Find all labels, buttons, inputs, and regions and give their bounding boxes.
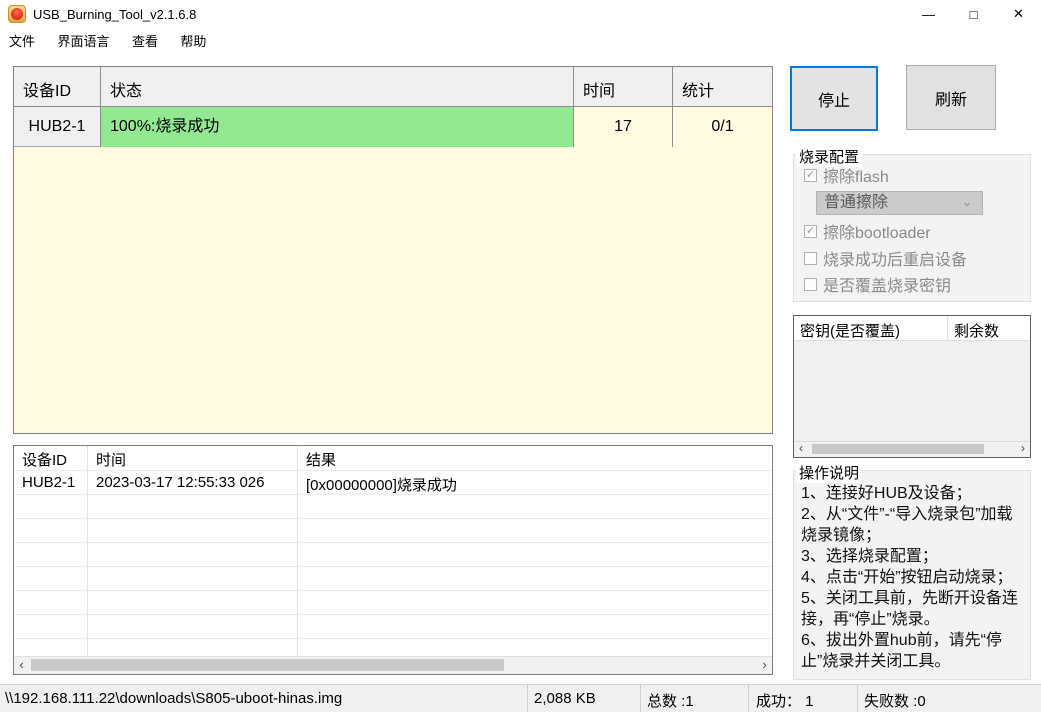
burn-config-group: ✓ 擦除flash 普通擦除 ⌄ ✓ 擦除bootloader 烧录成功后重启设… bbox=[793, 154, 1031, 302]
instruction-line: 1、连接好HUB及设备； bbox=[801, 485, 972, 502]
log-table: 设备ID 时间 结果 HUB2-1 2023-03-17 12:55:33 02… bbox=[13, 445, 773, 675]
minimize-button[interactable]: — bbox=[906, 0, 951, 28]
log-header-device-id[interactable]: 设备ID bbox=[14, 446, 88, 470]
log-empty-row bbox=[14, 591, 772, 615]
reboot-after-success-option[interactable]: 烧录成功后重启设备 bbox=[804, 250, 967, 269]
device-table-header-time[interactable]: 时间 bbox=[574, 67, 673, 106]
burn-config-title: 烧录配置 bbox=[796, 146, 863, 167]
scroll-left-icon[interactable]: ‹ bbox=[14, 658, 29, 673]
reboot-after-success-label: 烧录成功后重启设备 bbox=[823, 252, 968, 269]
erase-flash-checkbox[interactable]: ✓ bbox=[804, 168, 817, 182]
window-controls: — □ ✕ bbox=[906, 0, 1041, 28]
device-table: 设备ID 状态 时间 统计 HUB2-1 100%:烧录成功 17 0/1 bbox=[13, 66, 773, 434]
success-count: 成功： 1 bbox=[756, 693, 814, 710]
erase-bootloader-label: 擦除bootloader bbox=[823, 225, 931, 242]
erase-mode-dropdown[interactable]: 普通擦除 ⌄ bbox=[816, 191, 983, 215]
log-time-cell: 2023-03-17 12:55:33 026 bbox=[88, 471, 298, 494]
device-status-cell: 100%:烧录成功 bbox=[101, 107, 574, 147]
status-divider bbox=[748, 685, 749, 712]
key-table-header-remaining[interactable]: 剩余数 bbox=[948, 316, 1030, 340]
chevron-down-icon: ⌄ bbox=[961, 193, 973, 209]
title-bar: USB_Burning_Tool_v2.1.6.8 — □ ✕ bbox=[0, 0, 1041, 28]
status-bar: \\192.168.111.22\downloads\S805-uboot-hi… bbox=[0, 684, 1041, 712]
log-device-id-cell: HUB2-1 bbox=[14, 471, 88, 494]
status-divider bbox=[527, 685, 528, 712]
erase-bootloader-checkbox[interactable]: ✓ bbox=[804, 224, 817, 238]
scrollbar-thumb[interactable] bbox=[812, 444, 984, 454]
overwrite-key-option[interactable]: 是否覆盖烧录密钥 bbox=[804, 276, 951, 295]
scrollbar-thumb[interactable] bbox=[31, 659, 504, 671]
key-table-scrollbar[interactable]: ‹ › bbox=[794, 441, 1030, 457]
image-size: 2,088 KB bbox=[534, 690, 596, 707]
log-empty-row bbox=[14, 543, 772, 567]
menu-language[interactable]: 界面语言 bbox=[48, 28, 118, 50]
instructions-group: 1、连接好HUB及设备； 2、从“文件”-“导入烧录包”加载烧录镜像； 3、选择… bbox=[793, 470, 1031, 680]
log-empty-row bbox=[14, 615, 772, 639]
stop-button[interactable]: 停止 bbox=[790, 66, 878, 131]
key-table-header: 密钥(是否覆盖) 剩余数 bbox=[794, 316, 1030, 341]
device-stat-cell: 0/1 bbox=[673, 107, 772, 147]
device-table-header-device-id[interactable]: 设备ID bbox=[14, 67, 101, 106]
log-empty-row bbox=[14, 519, 772, 543]
scroll-left-icon[interactable]: ‹ bbox=[794, 442, 808, 456]
scroll-right-icon[interactable]: › bbox=[1016, 442, 1030, 456]
total-count: 总数 :1 bbox=[647, 693, 694, 710]
device-row[interactable]: HUB2-1 100%:烧录成功 17 0/1 bbox=[14, 107, 772, 147]
status-divider bbox=[857, 685, 858, 712]
menu-help[interactable]: 帮助 bbox=[171, 28, 215, 50]
log-empty-row bbox=[14, 567, 772, 591]
log-table-scrollbar[interactable]: ‹ › bbox=[14, 656, 772, 674]
key-table-header-key[interactable]: 密钥(是否覆盖) bbox=[794, 316, 948, 340]
instruction-line: 3、选择烧录配置； bbox=[801, 548, 938, 565]
instructions-title: 操作说明 bbox=[796, 462, 863, 483]
instruction-line: 5、关闭工具前，先断开设备连接，再“停止”烧录。 bbox=[801, 590, 1018, 628]
erase-bootloader-option[interactable]: ✓ 擦除bootloader bbox=[804, 223, 931, 242]
log-header-result[interactable]: 结果 bbox=[298, 446, 772, 470]
overwrite-key-checkbox[interactable] bbox=[804, 277, 817, 291]
window-title: USB_Burning_Tool_v2.1.6.8 bbox=[33, 7, 197, 22]
key-table: 密钥(是否覆盖) 剩余数 ‹ › bbox=[793, 315, 1031, 458]
erase-flash-option[interactable]: ✓ 擦除flash bbox=[804, 167, 889, 186]
log-table-header: 设备ID 时间 结果 bbox=[14, 446, 772, 471]
instruction-line: 6、拔出外置hub前，请先“停止”烧录并关闭工具。 bbox=[801, 632, 1002, 670]
device-table-header: 设备ID 状态 时间 统计 bbox=[14, 67, 772, 107]
device-id-cell: HUB2-1 bbox=[14, 107, 101, 147]
log-header-time[interactable]: 时间 bbox=[88, 446, 298, 470]
app-icon bbox=[8, 5, 26, 23]
failed-count: 失败数 :0 bbox=[864, 693, 926, 710]
device-table-header-status[interactable]: 状态 bbox=[101, 67, 574, 106]
device-table-header-stat[interactable]: 统计 bbox=[673, 67, 772, 106]
menu-file[interactable]: 文件 bbox=[0, 28, 44, 50]
instruction-line: 2、从“文件”-“导入烧录包”加载烧录镜像； bbox=[801, 506, 1013, 544]
erase-mode-value: 普通擦除 bbox=[824, 194, 889, 211]
device-time-cell: 17 bbox=[574, 107, 673, 147]
image-path: \\192.168.111.22\downloads\S805-uboot-hi… bbox=[5, 690, 343, 707]
instruction-line: 4、点击“开始”按钮启动烧录； bbox=[801, 569, 1013, 586]
log-empty-row bbox=[14, 495, 772, 519]
close-button[interactable]: ✕ bbox=[996, 0, 1041, 28]
log-row[interactable]: HUB2-1 2023-03-17 12:55:33 026 [0x000000… bbox=[14, 471, 772, 495]
menu-view[interactable]: 查看 bbox=[123, 28, 167, 50]
scroll-right-icon[interactable]: › bbox=[757, 658, 772, 673]
reboot-after-success-checkbox[interactable] bbox=[804, 251, 817, 265]
log-result-cell: [0x00000000]烧录成功 bbox=[306, 477, 457, 494]
maximize-button[interactable]: □ bbox=[951, 0, 996, 28]
overwrite-key-label: 是否覆盖烧录密钥 bbox=[823, 278, 952, 295]
refresh-button[interactable]: 刷新 bbox=[906, 65, 996, 130]
status-divider bbox=[640, 685, 641, 712]
menu-bar: 文件 界面语言 查看 帮助 bbox=[0, 28, 1041, 49]
